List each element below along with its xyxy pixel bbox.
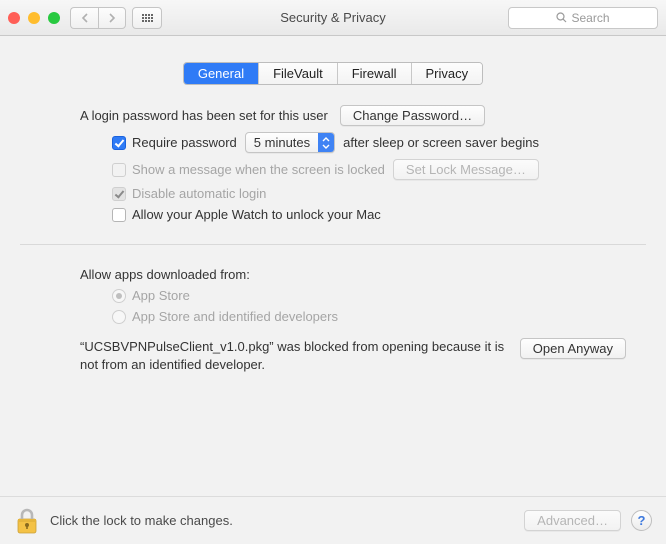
nav-buttons <box>70 7 126 29</box>
require-password-label: Require password <box>132 135 237 150</box>
lock-hint-text: Click the lock to make changes. <box>50 513 233 528</box>
after-sleep-label: after sleep or screen saver begins <box>343 135 539 150</box>
blocked-app-message: “UCSBVPNPulseClient_v1.0.pkg” was blocke… <box>80 338 506 373</box>
disable-auto-login-checkbox <box>112 187 126 201</box>
footer: Click the lock to make changes. Advanced… <box>0 496 666 544</box>
downloads-heading: Allow apps downloaded from: <box>80 267 250 282</box>
search-placeholder: Search <box>571 11 609 25</box>
password-delay-select[interactable]: 5 minutes <box>245 132 335 153</box>
open-anyway-button[interactable]: Open Anyway <box>520 338 626 359</box>
window-controls <box>8 12 60 24</box>
downloads-section: Allow apps downloaded from: App Store Ap… <box>0 267 666 324</box>
divider <box>20 244 646 245</box>
advanced-button: Advanced… <box>524 510 621 531</box>
content-area: General FileVault Firewall Privacy A log… <box>0 36 666 496</box>
disable-auto-login-label: Disable automatic login <box>132 186 266 201</box>
help-button[interactable]: ? <box>631 510 652 531</box>
search-input[interactable]: Search <box>508 7 658 29</box>
appstore-radio <box>112 289 126 303</box>
apple-watch-checkbox[interactable] <box>112 208 126 222</box>
search-icon <box>556 12 567 23</box>
identified-devs-label: App Store and identified developers <box>132 309 338 324</box>
close-icon[interactable] <box>8 12 20 24</box>
tab-bar: General FileVault Firewall Privacy <box>183 62 483 85</box>
set-lock-message-button: Set Lock Message… <box>393 159 539 180</box>
require-password-checkbox[interactable] <box>112 136 126 150</box>
change-password-button[interactable]: Change Password… <box>340 105 485 126</box>
minimize-icon[interactable] <box>28 12 40 24</box>
general-panel: A login password has been set for this u… <box>0 85 666 222</box>
lock-icon[interactable] <box>14 506 40 536</box>
tab-general[interactable]: General <box>184 63 259 84</box>
show-all-button[interactable] <box>132 7 162 29</box>
help-icon: ? <box>638 513 646 528</box>
titlebar: Security & Privacy Search <box>0 0 666 36</box>
identified-devs-radio <box>112 310 126 324</box>
zoom-icon[interactable] <box>48 12 60 24</box>
appstore-label: App Store <box>132 288 190 303</box>
tab-privacy[interactable]: Privacy <box>412 63 483 84</box>
show-message-checkbox <box>112 163 126 177</box>
tab-firewall[interactable]: Firewall <box>338 63 412 84</box>
tab-filevault[interactable]: FileVault <box>259 63 338 84</box>
grid-icon <box>142 14 153 22</box>
blocked-app-row: “UCSBVPNPulseClient_v1.0.pkg” was blocke… <box>0 338 666 373</box>
forward-button[interactable] <box>98 7 126 29</box>
back-button[interactable] <box>70 7 98 29</box>
chevron-updown-icon <box>318 133 334 152</box>
apple-watch-label: Allow your Apple Watch to unlock your Ma… <box>132 207 381 222</box>
login-password-set-text: A login password has been set for this u… <box>80 108 328 123</box>
password-delay-value: 5 minutes <box>254 135 310 150</box>
show-message-label: Show a message when the screen is locked <box>132 162 385 177</box>
